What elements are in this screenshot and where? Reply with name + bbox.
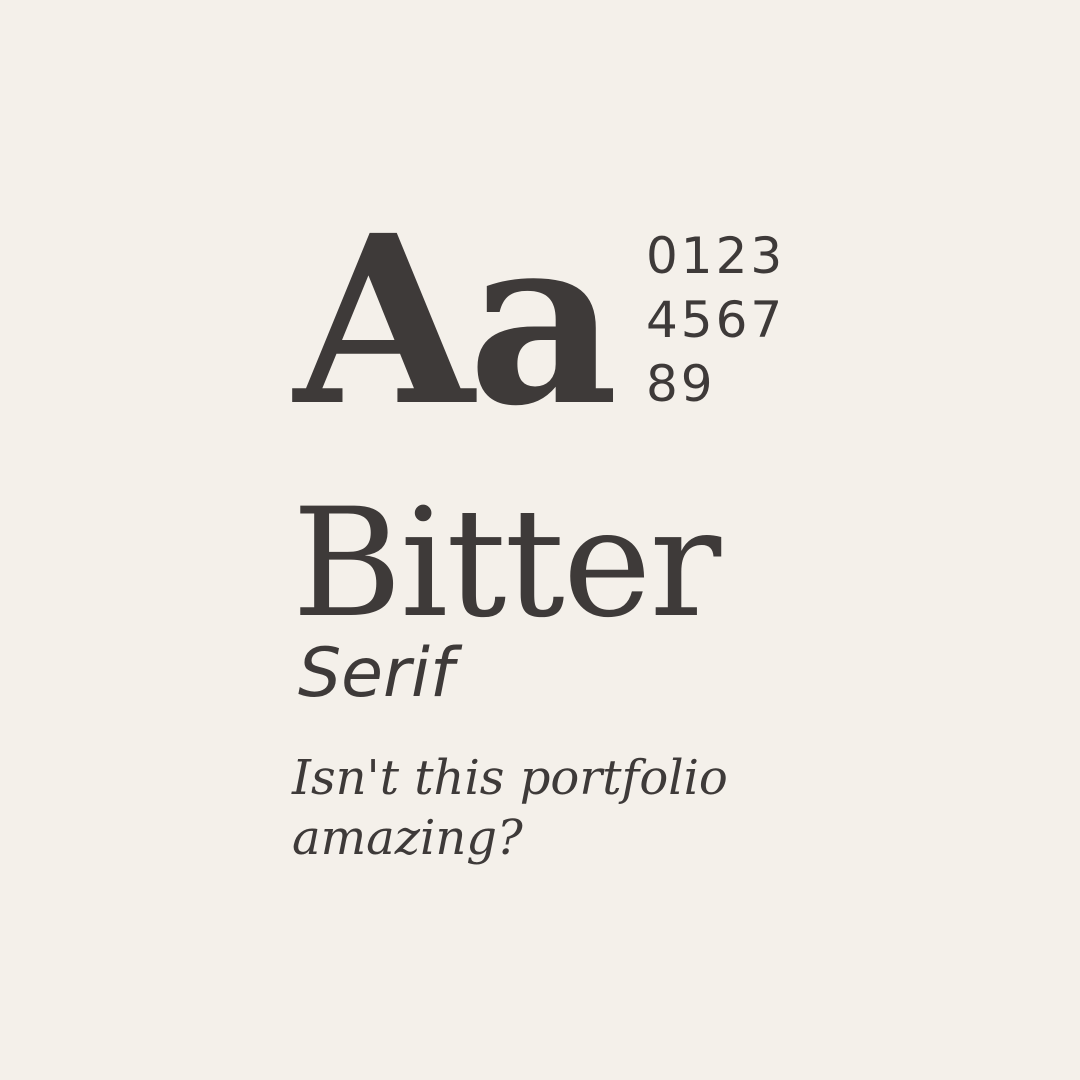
font-name-title: Bitter	[292, 477, 721, 651]
sample-text-line: amazing?	[292, 810, 523, 866]
glyph-pair-sample: Aa	[294, 184, 618, 457]
font-classification: Serif	[298, 634, 454, 713]
numerals-block: 0123 4567 89	[646, 224, 806, 416]
sample-text-line: Isn't this portfolio	[292, 750, 728, 806]
sample-text: Isn't this portfolio amazing?	[292, 748, 852, 868]
font-specimen-card: Aa 0123 4567 89 Bitter Serif Isn't this …	[0, 0, 1080, 1080]
numerals-row: 4567	[646, 291, 786, 349]
numerals-row: 89	[646, 355, 716, 413]
numerals-row: 0123	[646, 227, 786, 285]
